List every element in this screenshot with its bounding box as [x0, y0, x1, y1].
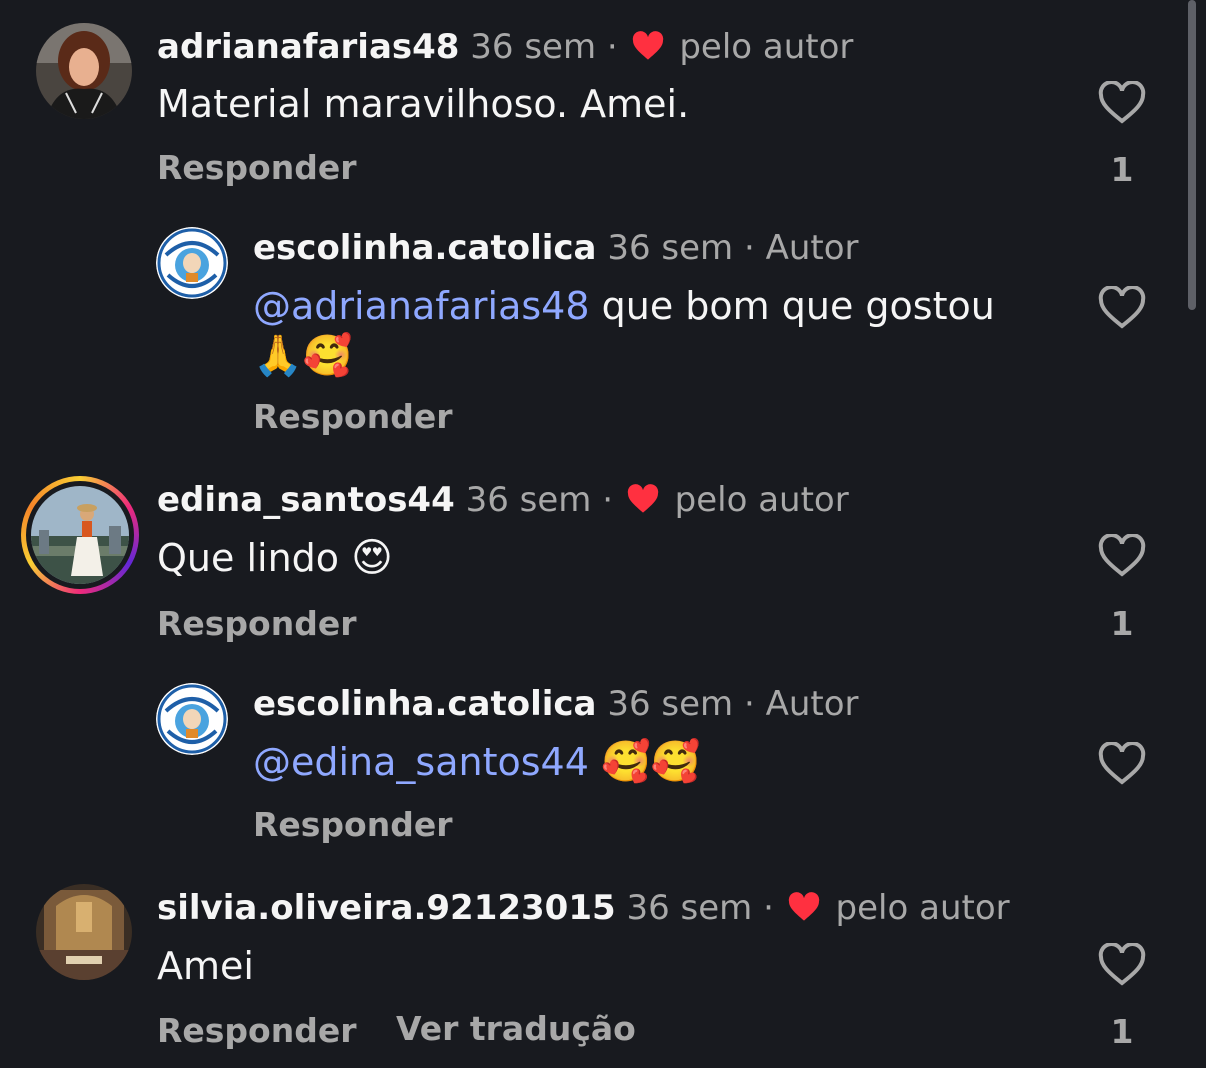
- username[interactable]: edina_santos44: [157, 480, 455, 520]
- timestamp: 36 sem: [626, 888, 753, 928]
- heart-outline-icon[interactable]: [1098, 534, 1146, 578]
- liked-by-author-label: pelo autor: [679, 27, 854, 67]
- separator: ·: [743, 684, 755, 724]
- comment-emojis: 🙏🥰: [253, 333, 353, 379]
- timestamp: 36 sem: [607, 228, 734, 268]
- heart-outline-icon[interactable]: [1098, 742, 1146, 786]
- username[interactable]: escolinha.catolica: [253, 684, 597, 724]
- see-translation-button[interactable]: Ver tradução: [396, 1009, 636, 1049]
- heart-filled-icon: [631, 30, 665, 70]
- comment-text-body: que bom que gostou: [589, 284, 995, 328]
- comment-text: Amei: [157, 944, 254, 988]
- separator: ·: [763, 888, 774, 928]
- author-badge: Autor: [765, 228, 859, 268]
- mention-link[interactable]: @edina_santos44: [253, 740, 589, 784]
- avatar[interactable]: [156, 227, 228, 299]
- separator: ·: [602, 480, 614, 520]
- timestamp: 36 sem: [470, 27, 597, 67]
- mention-link[interactable]: @adrianafarias48: [253, 284, 590, 328]
- reply-button[interactable]: Responder: [157, 1011, 357, 1051]
- username[interactable]: escolinha.catolica: [253, 228, 597, 268]
- like-count: 1: [1110, 150, 1134, 189]
- avatar-story-ring[interactable]: [21, 476, 139, 594]
- like-count: 1: [1110, 604, 1134, 643]
- comment-emojis: 😍: [351, 535, 393, 581]
- liked-by-author-label: pelo autor: [835, 888, 1010, 928]
- heart-outline-icon[interactable]: [1098, 943, 1146, 987]
- timestamp: 36 sem: [607, 684, 734, 724]
- avatar[interactable]: [36, 884, 132, 980]
- separator: ·: [743, 228, 755, 268]
- reply-button[interactable]: Responder: [157, 148, 357, 188]
- heart-filled-icon: [626, 483, 660, 523]
- heart-filled-icon: [787, 891, 821, 931]
- comment-text: @adrianafarias48 que bom que gostou: [253, 280, 995, 332]
- like-count: 1: [1110, 1012, 1134, 1051]
- liked-by-author-label: pelo autor: [674, 480, 849, 520]
- heart-outline-icon[interactable]: [1098, 286, 1146, 330]
- comment-text: Que lindo 😍: [157, 532, 393, 584]
- scrollbar[interactable]: [1188, 0, 1196, 310]
- heart-outline-icon[interactable]: [1098, 81, 1146, 125]
- reply-button[interactable]: Responder: [253, 397, 453, 437]
- author-badge: Autor: [765, 684, 859, 724]
- comment-text: @edina_santos44 🥰🥰: [253, 736, 701, 788]
- reply-button[interactable]: Responder: [157, 604, 357, 644]
- reply-button[interactable]: Responder: [253, 805, 453, 845]
- comment-text: Material maravilhoso. Amei.: [157, 82, 690, 126]
- avatar[interactable]: [156, 683, 228, 755]
- avatar[interactable]: [36, 23, 132, 119]
- comment-emojis: 🥰🥰: [601, 739, 701, 785]
- username[interactable]: silvia.oliveira.92123015: [157, 888, 616, 928]
- separator: ·: [606, 27, 618, 67]
- username[interactable]: adrianafarias48: [157, 27, 459, 67]
- timestamp: 36 sem: [465, 480, 592, 520]
- comment-text-body: Que lindo: [157, 536, 352, 580]
